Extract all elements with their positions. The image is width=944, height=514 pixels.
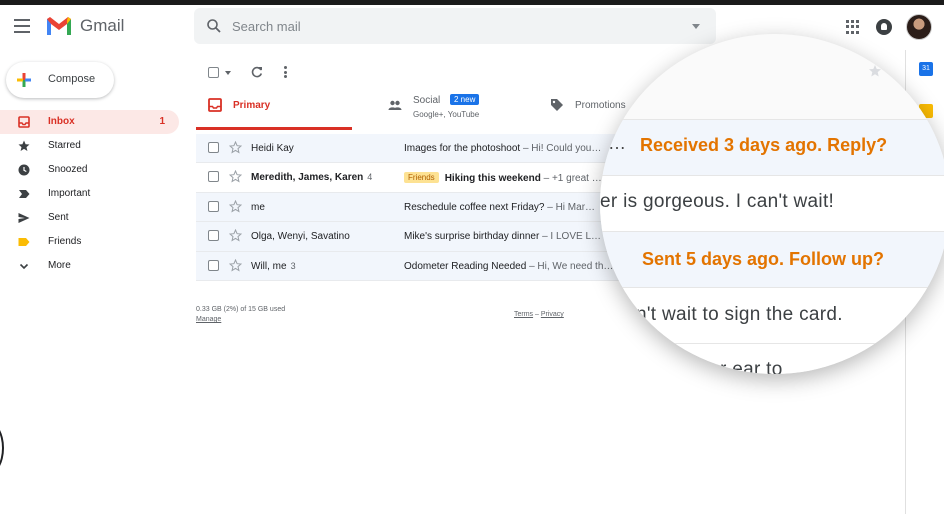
sidebar-nav: Inbox 1 Starred Snoozed Important Sent F… xyxy=(0,110,180,278)
app-title[interactable]: Gmail xyxy=(80,16,124,36)
email-sender: Will, me 3 xyxy=(251,260,296,272)
tab-primary[interactable]: Primary xyxy=(196,88,352,130)
sidebar-item-label: Sent xyxy=(48,212,69,223)
row-checkbox[interactable] xyxy=(208,171,219,183)
footer-separator: – xyxy=(533,311,541,318)
row-checkbox[interactable] xyxy=(208,230,219,242)
magnified-snippet: n't wait to sign the card. xyxy=(636,304,843,325)
chevron-down-icon xyxy=(19,263,29,270)
sidebar-item-label: Friends xyxy=(48,236,82,247)
row-checkbox[interactable] xyxy=(208,259,219,271)
sidebar-item-inbox[interactable]: Inbox 1 xyxy=(0,110,179,134)
sidebar-item-more[interactable]: More xyxy=(0,254,179,278)
select-options-caret-icon[interactable] xyxy=(225,71,231,75)
search-options-caret-icon[interactable] xyxy=(692,24,700,29)
manage-storage-link[interactable]: Manage xyxy=(196,315,285,325)
sidebar-item-label: More xyxy=(48,260,71,271)
important-icon xyxy=(19,190,30,198)
label-icon xyxy=(18,238,30,246)
star-icon xyxy=(18,140,30,151)
apps-grid-icon[interactable] xyxy=(846,20,860,34)
privacy-link[interactable]: Privacy xyxy=(541,311,564,318)
people-icon xyxy=(388,100,402,110)
main-menu-icon[interactable] xyxy=(14,19,30,33)
inbox-icon xyxy=(18,116,30,128)
tag-icon xyxy=(551,99,563,111)
magnifier-lens: … Received 3 days ago. Reply? er is gorg… xyxy=(600,34,944,374)
notifications-icon[interactable] xyxy=(876,19,892,35)
sidebar-item-sent[interactable]: Sent xyxy=(0,206,179,230)
sidebar-item-label: Starred xyxy=(48,140,81,151)
inbox-icon xyxy=(208,98,222,112)
magnified-star-icon xyxy=(869,65,881,77)
sidebar-item-label: Important xyxy=(48,188,91,199)
mail-toolbar xyxy=(196,62,316,84)
sidebar-item-label: Inbox xyxy=(48,116,75,127)
sidebar-item-important[interactable]: Important xyxy=(0,182,179,206)
sidebar-item-friends[interactable]: Friends xyxy=(0,230,179,254)
magnified-snippet: r ear to xyxy=(720,359,783,374)
followup-nudge-text: Sent 5 days ago. Follow up? xyxy=(642,249,885,269)
star-outline-icon[interactable] xyxy=(229,170,242,183)
send-icon xyxy=(18,213,30,223)
reply-nudge-text: Received 3 days ago. Reply? xyxy=(640,135,888,155)
sidebar-item-label: Snoozed xyxy=(48,164,88,175)
magnified-ellipsis: … xyxy=(608,133,627,153)
more-options-icon[interactable] xyxy=(284,66,287,78)
email-sender: Heidi Kay xyxy=(251,143,294,154)
inbox-unread-count: 1 xyxy=(159,116,165,127)
inbox-tabs: Primary Social 2 new Google+, YouTube Pr… xyxy=(196,88,666,130)
email-sender: me xyxy=(251,201,265,213)
tab-label: Social xyxy=(413,95,441,106)
star-outline-icon[interactable] xyxy=(229,258,242,272)
tab-label: Primary xyxy=(233,100,271,111)
row-checkbox[interactable] xyxy=(208,142,219,153)
magnified-snippet: er is gorgeous. I can't wait! xyxy=(600,191,835,212)
cropped-edge-shape xyxy=(0,420,4,476)
footer-links: Terms – Privacy xyxy=(514,311,564,318)
storage-used-text: 0.33 GB (2%) of 15 GB used xyxy=(196,306,286,313)
tab-sublabel: Google+, YouTube xyxy=(413,110,480,119)
storage-usage: 0.33 GB (2%) of 15 GB used Manage xyxy=(196,305,285,325)
star-outline-icon[interactable] xyxy=(229,229,242,242)
refresh-icon[interactable] xyxy=(250,65,264,79)
row-checkbox[interactable] xyxy=(208,200,219,212)
star-outline-icon[interactable] xyxy=(229,199,242,213)
select-all-checkbox[interactable] xyxy=(208,67,219,78)
tab-social[interactable]: Social 2 new Google+, YouTube xyxy=(384,88,534,130)
compose-label: Compose xyxy=(48,73,96,85)
friends-label-chip: Friends xyxy=(404,172,439,184)
compose-button[interactable]: Compose xyxy=(6,62,114,98)
star-outline-icon[interactable] xyxy=(229,141,242,154)
magnified-tab-area xyxy=(600,34,944,120)
gmail-logo-icon[interactable] xyxy=(46,16,72,36)
compose-plus-icon xyxy=(17,73,31,87)
sidebar-item-snoozed[interactable]: Snoozed xyxy=(0,158,179,182)
terms-link[interactable]: Terms xyxy=(514,311,533,318)
search-icon[interactable] xyxy=(206,18,222,34)
clock-icon xyxy=(18,164,30,176)
sidebar-item-starred[interactable]: Starred xyxy=(0,134,179,158)
email-sender: Meredith, James, Karen 4 xyxy=(251,172,373,184)
social-new-badge: 2 new xyxy=(450,94,480,105)
email-sender: Olga, Wenyi, Savatino xyxy=(251,231,350,243)
search-input[interactable]: Search mail xyxy=(232,19,301,34)
